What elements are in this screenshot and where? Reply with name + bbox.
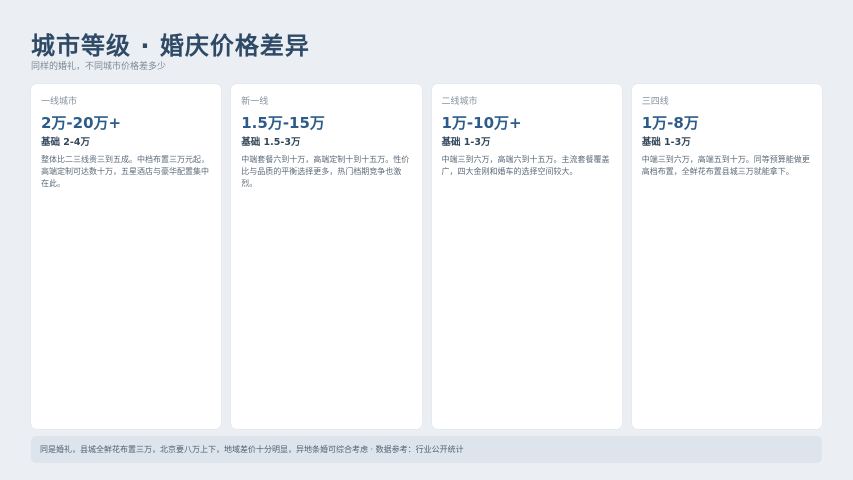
card-price-range: 1.5万-15万	[241, 114, 325, 132]
card-description: 整体比二三线贵三到五成。中档布置三万元起，高端定制可达数十万，五星酒店与豪华配置…	[41, 155, 209, 188]
footer-note: 同是婚礼，县城全鲜花布置三万，北京要八万上下，地域差价十分明显，异地条婚可综合考…	[31, 436, 822, 463]
card-tier-3-4: 三四线 1万-8万 基础 1-3万 中端三到六万，高端五到十万。同等预算能做更高…	[631, 84, 822, 429]
city-tier-cards: 一线城市 2万-20万+ 基础 2-4万 整体比二三线贵三到五成。中档布置三万元…	[31, 84, 822, 429]
card-description: 中端三到六万，高端五到十万。同等预算能做更高档布置，全鲜花布置县城三万就能拿下。	[641, 155, 810, 176]
page-title: 城市等级 · 婚庆价格差异	[31, 32, 310, 60]
card-price-range: 1万-8万	[641, 114, 699, 132]
card-base-price: 基础 2-4万	[41, 137, 90, 148]
card-description: 中端套餐六到十万，高端定制十到十五万。性价比与品质的平衡选择更多，热门档期竞争也…	[241, 155, 410, 188]
card-price-range: 2万-20万+	[41, 114, 122, 132]
card-tier-2: 二线城市 1万-10万+ 基础 1-3万 中端三到六万，高端六到十五万。主流套餐…	[431, 84, 622, 429]
card-tier-1: 一线城市 2万-20万+ 基础 2-4万 整体比二三线贵三到五成。中档布置三万元…	[31, 84, 222, 429]
card-new-tier-1: 新一线 1.5万-15万 基础 1.5-3万 中端套餐六到十万，高端定制十到十五…	[231, 84, 422, 429]
card-base-price: 基础 1.5-3万	[241, 137, 301, 148]
card-price-range: 1万-10万+	[441, 114, 522, 132]
page-subtitle: 同样的婚礼，不同城市价格差多少	[31, 62, 167, 72]
card-base-price: 基础 1-3万	[441, 137, 491, 148]
card-tier-label: 新一线	[241, 97, 269, 107]
card-description: 中端三到六万，高端六到十五万。主流套餐覆盖广，四大金刚和婚车的选择空间较大。	[441, 155, 610, 176]
card-tier-label: 三四线	[641, 97, 669, 107]
card-tier-label: 二线城市	[441, 97, 478, 107]
card-base-price: 基础 1-3万	[641, 137, 691, 148]
card-tier-label: 一线城市	[41, 97, 78, 107]
